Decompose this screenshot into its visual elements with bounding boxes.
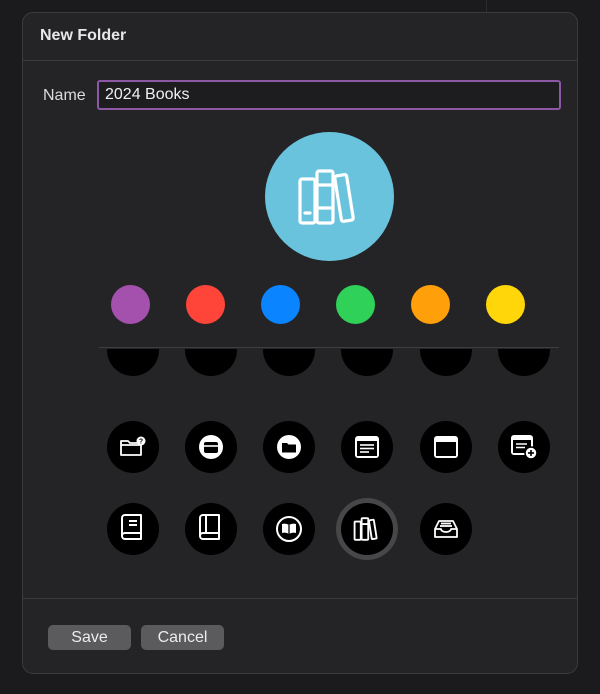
icon-option-books-selected[interactable] [341,503,393,555]
closed-book-icon [197,513,225,545]
cancel-button[interactable]: Cancel [141,625,224,650]
svg-text:?: ? [139,439,143,446]
folder-icon [275,433,303,461]
icon-option-closed-book[interactable] [185,503,237,555]
icon-option-tray[interactable] [420,503,472,555]
icon-option-note-add[interactable] [498,421,550,473]
book-icon [119,513,147,545]
section-separator [99,347,559,348]
open-book-icon [274,514,304,544]
icon-option-book[interactable] [107,503,159,555]
archive-box-icon [197,433,225,461]
color-swatch-purple[interactable] [111,285,150,324]
dialog-title: New Folder [40,27,127,44]
folder-name-input[interactable] [97,80,561,110]
background-divider [486,0,487,12]
color-swatch-orange[interactable] [411,285,450,324]
icon-option-scrolled[interactable] [498,349,550,376]
color-swatch-green[interactable] [336,285,375,324]
folder-icon-preview [265,132,394,261]
tray-icon [432,517,460,541]
icon-option-scrolled[interactable] [107,349,159,376]
title-separator [23,60,577,61]
icon-option-scrolled[interactable] [420,349,472,376]
icon-option-note[interactable] [341,421,393,473]
icon-option-folder[interactable] [263,421,315,473]
icon-option-archive-box[interactable] [185,421,237,473]
note-icon [353,434,381,460]
icon-option-scrolled[interactable] [263,349,315,376]
color-swatch-blue[interactable] [261,285,300,324]
icon-grid[interactable]: ? [23,349,577,599]
color-swatch-yellow[interactable] [486,285,525,324]
window-icon [432,434,460,460]
save-button[interactable]: Save [48,625,131,650]
name-label: Name [43,87,86,104]
color-swatch-red[interactable] [186,285,225,324]
icon-option-open-book[interactable] [263,503,315,555]
books-icon [297,168,363,226]
icon-option-folder-question[interactable]: ? [107,421,159,473]
books-icon [353,517,381,541]
footer-separator [23,598,577,599]
note-add-icon [509,433,539,461]
icon-option-window[interactable] [420,421,472,473]
new-folder-dialog: New Folder Name 2024 Books ? Save Cancel [22,12,578,674]
icon-option-scrolled[interactable] [341,349,393,376]
folder-question-icon: ? [119,436,147,458]
icon-option-scrolled[interactable] [185,349,237,376]
